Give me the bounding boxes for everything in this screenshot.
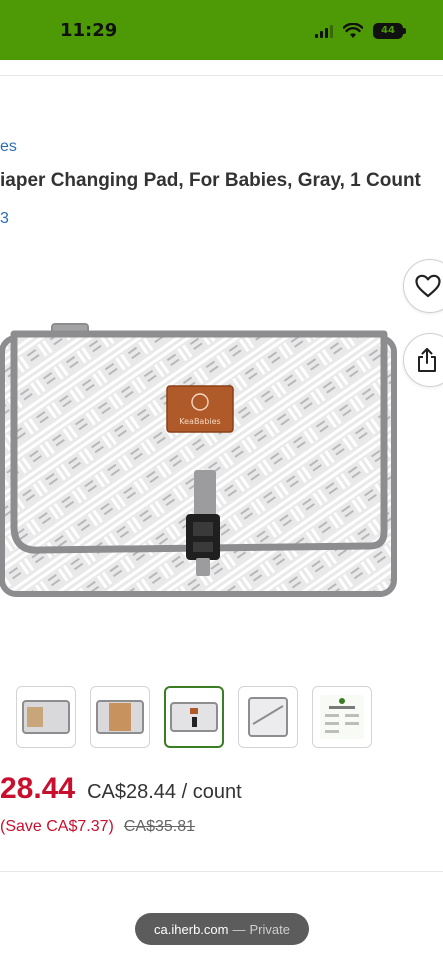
thumbnail-5[interactable] — [312, 686, 372, 748]
site-header-strip — [0, 60, 443, 76]
private-mode-label: Private — [249, 921, 290, 937]
product-image[interactable]: KeaBabies — [0, 320, 400, 600]
battery-icon: 44 — [373, 23, 406, 39]
breadcrumb[interactable]: es — [0, 138, 17, 156]
original-price: CA$35.81 — [123, 818, 196, 835]
share-button[interactable] — [403, 333, 443, 387]
section-divider — [0, 871, 443, 872]
wifi-icon — [343, 23, 363, 38]
price-row: 28.44 CA$28.44 / count — [0, 772, 242, 806]
wishlist-button[interactable] — [403, 259, 443, 313]
status-bar: 11:29 44 — [0, 0, 443, 60]
savings-row: (Save CA$7.37) CA$35.81 — [0, 818, 195, 836]
url-separator: — — [232, 921, 246, 937]
share-icon — [418, 348, 436, 372]
status-time: 11:29 — [60, 20, 118, 41]
brand-patch-label: KeaBabies — [179, 417, 220, 426]
savings-amount: (Save CA$7.37) — [0, 818, 114, 835]
thumbnail-4[interactable] — [238, 686, 298, 748]
product-title: iaper Changing Pad, For Babies, Gray, 1 … — [0, 170, 421, 191]
sale-price: 28.44 — [0, 772, 76, 805]
thumbnail-strip — [16, 686, 372, 748]
url-host: ca.iherb.com — [154, 921, 229, 937]
browser-url-bar[interactable]: ca.iherb.com — Private — [135, 913, 309, 945]
review-count-link[interactable]: 3 — [0, 210, 9, 228]
thumbnail-2[interactable] — [90, 686, 150, 748]
heart-icon — [415, 274, 441, 298]
unit-price: CA$28.44 / count — [87, 781, 242, 803]
thumbnail-3-selected[interactable] — [164, 686, 224, 748]
cellular-signal-icon — [315, 24, 333, 38]
thumbnail-1[interactable] — [16, 686, 76, 748]
status-icons: 44 — [315, 20, 406, 42]
